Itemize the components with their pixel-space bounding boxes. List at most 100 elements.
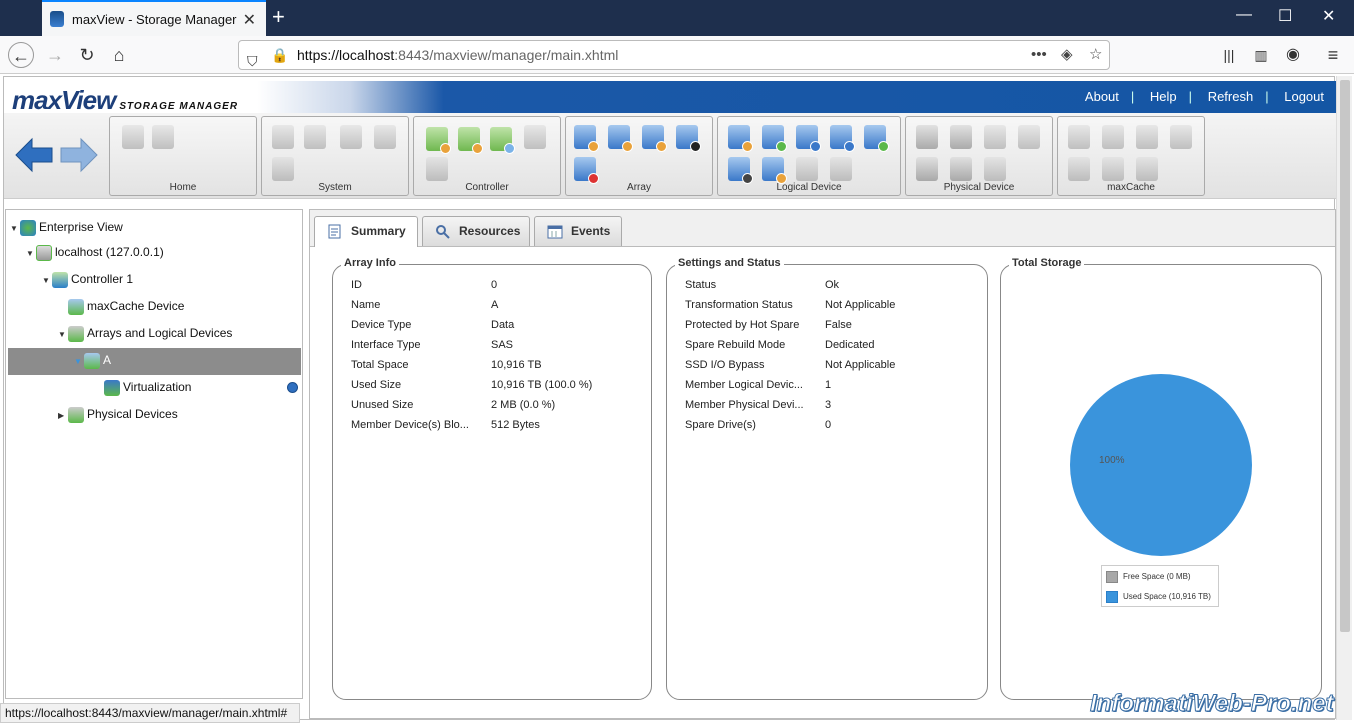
maximize-window-button[interactable]: ☐ (1278, 6, 1292, 26)
back-arrow-icon[interactable] (14, 137, 54, 173)
pd-settings-icon[interactable] (916, 125, 938, 149)
controller-group: Controller (413, 116, 561, 196)
pd-power-icon[interactable] (984, 125, 1006, 149)
array-info-row: ID 0 (351, 275, 497, 295)
array-settings-icon[interactable] (574, 125, 599, 152)
ld-global-icon[interactable] (864, 125, 889, 152)
mc-add-icon[interactable] (1102, 125, 1124, 149)
home-button[interactable]: ⌂ (106, 42, 132, 68)
reload-button[interactable]: ↻ (74, 42, 100, 68)
maxview-app: maxView STORAGE MANAGER About | Help | Refr… (3, 76, 1336, 720)
mc-clear-icon[interactable] (1136, 157, 1158, 181)
collapse-icon[interactable]: ▼ (26, 243, 36, 265)
ld-settings-icon[interactable] (728, 125, 753, 152)
tree-node-physical[interactable]: ▶ Physical Devices (58, 403, 178, 425)
about-link[interactable]: About (1085, 89, 1119, 104)
array-clean-icon[interactable] (676, 125, 701, 152)
tree-node-virtualization[interactable]: Virtualization (104, 376, 300, 398)
minimize-window-button[interactable]: — (1236, 6, 1252, 24)
forward-arrow-icon[interactable] (59, 137, 99, 173)
info-icon[interactable] (287, 382, 298, 393)
back-button[interactable]: ← (8, 42, 34, 68)
new-tab-button[interactable]: + (272, 4, 285, 30)
browser-tab[interactable]: maxView - Storage Manager ✕ (42, 0, 266, 36)
page-actions-icon[interactable]: ••• (1031, 41, 1047, 69)
mc-global-icon[interactable] (1170, 125, 1192, 149)
collapse-icon[interactable]: ▼ (58, 324, 68, 346)
mc-delete-icon[interactable] (1102, 157, 1124, 181)
tab-summary[interactable]: Summary (314, 216, 418, 247)
bookmark-star-icon[interactable]: ☆ (1089, 41, 1102, 69)
system-settings-icon[interactable] (272, 125, 294, 149)
mc-search-icon[interactable] (1068, 157, 1090, 181)
page-scrollbar[interactable] (1336, 76, 1352, 720)
settings-status-value: Ok (825, 279, 840, 291)
mc-block-icon[interactable] (1136, 125, 1158, 149)
array-info-value: 10,916 TB (491, 359, 542, 371)
tree-node-array-a[interactable]: ▼ A (74, 349, 111, 371)
gear-icon[interactable] (340, 125, 362, 149)
pd-delete-icon[interactable] (984, 157, 1006, 181)
controller-search-icon[interactable] (490, 127, 515, 154)
edit-icon[interactable] (374, 125, 396, 149)
array-tools-icon[interactable] (608, 125, 633, 152)
tree-node-controller[interactable]: ▼ Controller 1 (42, 268, 133, 290)
tree-node-arrays[interactable]: ▼ Arrays and Logical Devices (58, 322, 232, 344)
array-info-value: A (491, 299, 499, 311)
close-window-button[interactable]: ✕ (1322, 6, 1335, 26)
insecure-lock-icon[interactable]: 🔒 (271, 41, 288, 69)
controller-alarm-icon[interactable] (524, 125, 546, 149)
tree-label: localhost (127.0.0.1) (55, 245, 164, 259)
controller-lock-icon[interactable] (426, 157, 448, 181)
collapse-icon[interactable]: ▼ (42, 270, 52, 292)
system-tools-icon[interactable] (304, 125, 326, 149)
tree-node-host[interactable]: ▼ localhost (127.0.0.1) (26, 241, 164, 263)
pd-edit-icon[interactable] (950, 157, 972, 181)
add-icon[interactable] (122, 125, 144, 149)
account-icon[interactable]: ◉ (1280, 42, 1306, 68)
logout-link[interactable]: Logout (1284, 89, 1324, 104)
tab-label: Summary (351, 224, 406, 238)
shield-icon[interactable]: ⛉ (247, 47, 258, 75)
ld-search-icon[interactable] (728, 157, 753, 184)
forward-button[interactable]: → (42, 42, 68, 68)
url-bar[interactable]: ⛉ 🔒 https://localhost:8443/maxview/manag… (238, 40, 1110, 70)
pd-tools-icon[interactable] (950, 125, 972, 149)
sidebar-icon[interactable]: ▥ (1248, 42, 1274, 68)
collapse-icon[interactable]: ▼ (10, 218, 20, 240)
mc-settings-icon[interactable] (1068, 125, 1090, 149)
refresh-link[interactable]: Refresh (1208, 89, 1254, 104)
pocket-icon[interactable]: ◈ (1061, 41, 1073, 69)
expand-icon[interactable]: ▶ (58, 405, 68, 427)
menu-icon[interactable]: ≡ (1320, 42, 1346, 68)
ld-add-icon[interactable] (762, 125, 787, 152)
storage-pie-chart: 100% (1070, 374, 1252, 556)
document-icon (328, 224, 341, 239)
tab-events[interactable]: Events (534, 216, 622, 246)
tree-node-maxcache[interactable]: maxCache Device (68, 295, 184, 317)
ld-move-icon[interactable] (796, 125, 821, 152)
array-info-value: 2 MB (0.0 %) (491, 399, 556, 411)
ld-delete-icon[interactable] (796, 157, 818, 181)
tab-resources[interactable]: Resources (422, 216, 530, 246)
collapse-icon[interactable]: ▼ (74, 351, 84, 373)
array-expand-icon[interactable] (642, 125, 667, 152)
controller-tools-icon[interactable] (458, 127, 483, 154)
close-tab-icon[interactable]: ✕ (243, 10, 256, 30)
array-delete-icon[interactable] (574, 157, 599, 184)
ld-cache-icon[interactable] (830, 125, 855, 152)
library-icon[interactable]: ||| (1216, 42, 1242, 68)
controller-icon (52, 271, 68, 288)
ld-edit-icon[interactable] (762, 157, 787, 184)
remove-icon[interactable] (152, 125, 174, 149)
pd-search-icon[interactable] (916, 157, 938, 181)
tree-node-enterprise[interactable]: ▼ Enterprise View (10, 216, 123, 238)
pd-global-icon[interactable] (1018, 125, 1040, 149)
array-info-value: 512 Bytes (491, 419, 540, 431)
help-link[interactable]: Help (1150, 89, 1177, 104)
search-icon[interactable] (272, 157, 294, 181)
controller-settings-icon[interactable] (426, 127, 451, 154)
ld-clear-icon[interactable] (830, 157, 852, 181)
tree-label: Virtualization (123, 380, 192, 394)
scrollbar-thumb[interactable] (1340, 80, 1350, 632)
